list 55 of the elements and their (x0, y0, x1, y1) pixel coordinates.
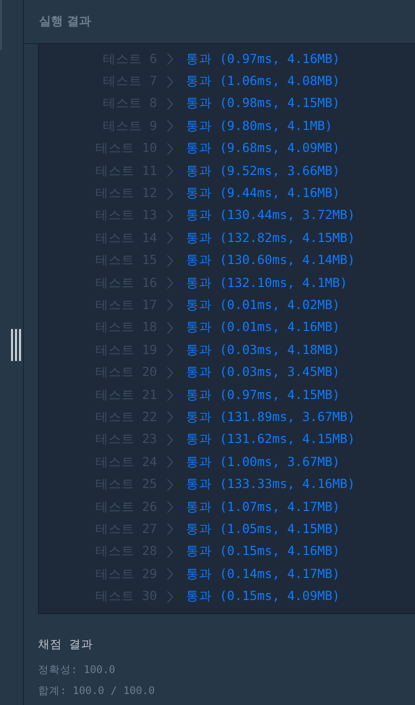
test-result: 통과 (131.89ms, 3.67MB) (186, 408, 355, 426)
chevron-icon (167, 120, 173, 132)
score-line: 합계: 100.0 / 100.0 (38, 684, 156, 699)
test-result: 통과 (9.44ms, 4.16MB) (186, 185, 340, 202)
chevron-icon (167, 389, 173, 402)
test-result: 통과 (0.15ms, 4.16MB) (186, 543, 340, 560)
chevron-icon (167, 322, 173, 334)
test-result: 통과 (1.05ms, 4.15MB) (186, 520, 340, 538)
chevron-icon (167, 366, 173, 379)
chevron-icon (167, 568, 173, 580)
test-result: 통과 (1.06ms, 4.08MB) (186, 73, 340, 90)
test-result: 통과 (9.52ms, 3.66MB) (186, 162, 340, 180)
test-result: 통과 (131.62ms, 4.15MB) (186, 431, 355, 448)
test-result: 통과 (133.33ms, 4.16MB) (186, 476, 355, 494)
chevron-icon (167, 98, 173, 110)
test-result: 통과 (0.98ms, 4.15MB) (186, 95, 340, 112)
test-result: 통과 (9.80ms, 4.1MB) (186, 118, 332, 135)
test-result: 통과 (0.03ms, 3.45MB) (186, 364, 340, 382)
chevron-icon (167, 254, 173, 267)
chevron-icon (167, 501, 173, 513)
test-result: 통과 (0.03ms, 4.18MB) (186, 342, 340, 359)
grading-title: 채점 결과 (38, 636, 94, 652)
chevron-icon (167, 456, 173, 468)
test-result: 통과 (9.68ms, 4.09MB) (186, 140, 340, 158)
score-line: 정확성: 100.0 (38, 662, 116, 678)
test-result: 통과 (0.01ms, 4.16MB) (186, 319, 340, 336)
test-result: 통과 (132.10ms, 4.1MB) (186, 274, 348, 292)
test-result: 통과 (130.44ms, 3.72MB) (186, 207, 355, 224)
test-result: 통과 (0.97ms, 4.16MB) (186, 50, 340, 68)
chevron-icon (167, 188, 173, 200)
test-result: 통과 (1.07ms, 4.17MB) (186, 498, 340, 516)
test-result: 통과 (1.00ms, 3.67MB) (186, 454, 340, 471)
chevron-icon (167, 232, 173, 244)
chevron-icon (167, 590, 173, 603)
chevron-icon (167, 165, 173, 178)
chevron-icon (167, 299, 173, 312)
chevron-icon (167, 523, 173, 536)
panel-title: 실행 결과 (39, 13, 92, 30)
test-result: 통과 (0.14ms, 4.17MB) (186, 566, 340, 583)
chevron-icon (167, 546, 173, 558)
splitter-handle[interactable] (10, 328, 20, 360)
chevron-icon (167, 344, 173, 356)
chevron-icon (167, 478, 173, 491)
test-result: 통과 (0.97ms, 4.15MB) (186, 386, 340, 404)
chevron-icon (167, 53, 173, 66)
chevron-icon (167, 76, 173, 88)
chevron-icon (167, 277, 173, 290)
chevron-icon (167, 411, 173, 424)
test-result: 통과 (0.15ms, 4.09MB) (186, 588, 340, 606)
test-result: 통과 (132.82ms, 4.15MB) (186, 230, 355, 247)
chevron-icon (167, 434, 173, 446)
chevron-icon (167, 210, 173, 222)
test-result: 통과 (0.01ms, 4.02MB) (186, 296, 340, 314)
test-result: 통과 (130.60ms, 4.14MB) (186, 252, 355, 270)
chevron-icon (167, 142, 173, 155)
